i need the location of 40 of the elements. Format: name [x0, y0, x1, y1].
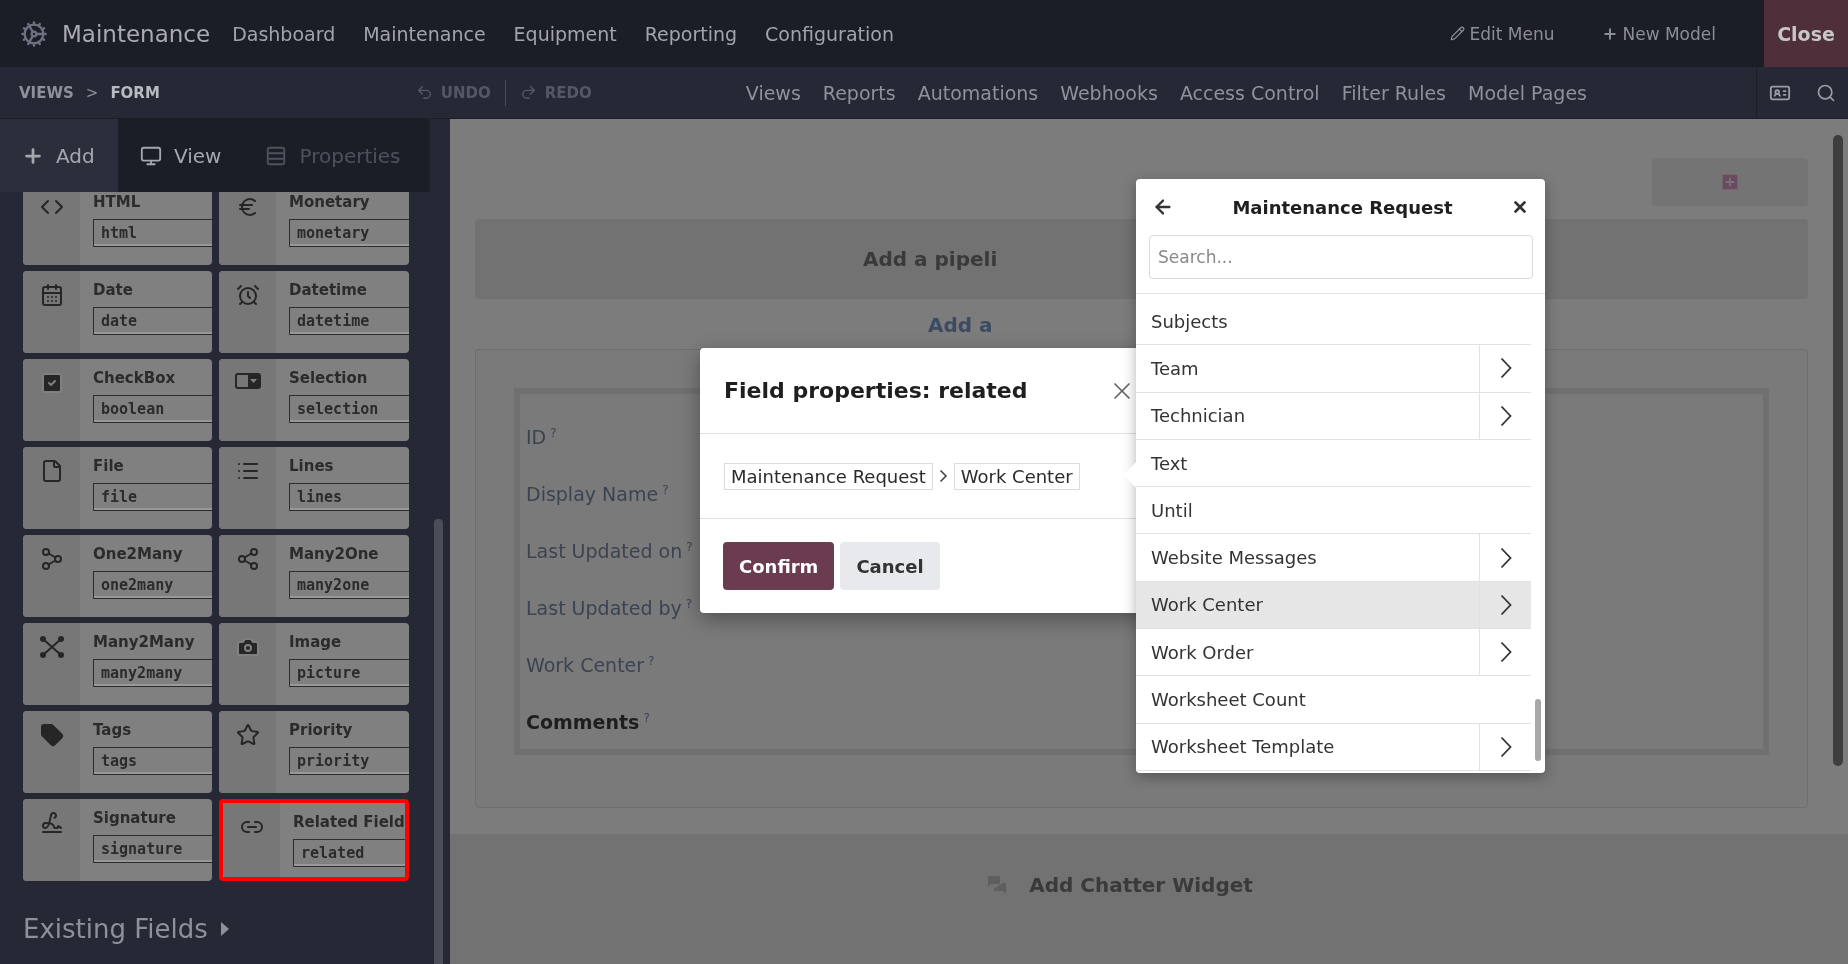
nav-action-label: New Model	[1622, 23, 1716, 44]
field-type-label: Date	[93, 281, 134, 299]
field-technical-name: boolean	[93, 395, 212, 423]
field-technical-name: monetary	[289, 219, 409, 247]
popover-title: Maintenance Request	[1232, 196, 1453, 218]
field-type-label: Many2One	[289, 545, 380, 563]
field-technical-name: html	[93, 219, 212, 247]
field-technical-name: date	[93, 307, 212, 335]
field-type-label: Signature	[93, 809, 177, 827]
field-technical-name: picture	[289, 659, 409, 687]
field-type-label: One2Many	[93, 545, 184, 563]
field-technical-name: datetime	[289, 307, 409, 335]
field-technical-name: one2many	[93, 571, 212, 599]
field-type-label: Lines	[289, 457, 335, 475]
chatter-label: Add Chatter Widget	[1029, 873, 1253, 897]
breadcrumb-separator: >	[85, 83, 99, 102]
breadcrumb-item: FORM	[110, 83, 160, 102]
dialog-title: Field properties: related	[724, 378, 1028, 403]
field-technical-name: many2many	[93, 659, 212, 687]
field-technical-name: related	[293, 839, 405, 867]
nav-action-label: Edit Menu	[1469, 23, 1555, 44]
field-type-label: CheckBox	[93, 369, 177, 387]
field-type-label: Monetary	[289, 193, 371, 211]
field-technical-name: signature	[93, 835, 212, 863]
field-type-label: Many2Many	[93, 633, 196, 651]
field-technical-name: lines	[289, 483, 409, 511]
field-type-label: Image	[289, 633, 343, 651]
field-type-label: File	[93, 457, 125, 475]
field-technical-name: priority	[289, 747, 409, 775]
field-type-label: Priority	[289, 721, 354, 739]
field-type-label: Tags	[93, 721, 133, 739]
field-technical-name: file	[93, 483, 212, 511]
field-type-label: Selection	[289, 369, 369, 387]
field-type-label: HTML	[93, 193, 142, 211]
field-type-label: Related Field	[293, 813, 405, 831]
field-technical-name: tags	[93, 747, 212, 775]
field-technical-name: many2one	[289, 571, 409, 599]
field-type-label: Datetime	[289, 281, 369, 299]
field-technical-name: selection	[289, 395, 409, 423]
pipeline-label: Add a pipeli	[863, 247, 998, 271]
